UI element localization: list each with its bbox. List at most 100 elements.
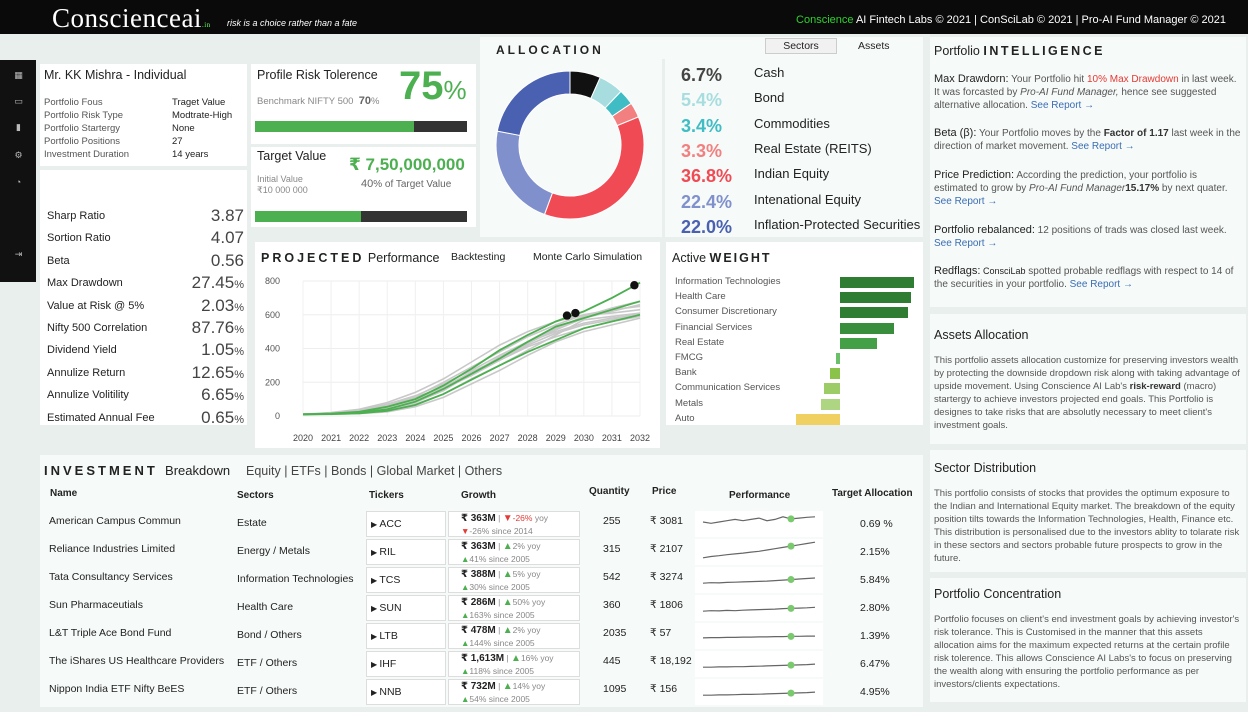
column-header-price[interactable]: Price [652,486,676,497]
assets-tab[interactable]: Assets [858,40,890,52]
allocation-label: Inflation-Protected Securities [754,216,921,232]
allocation-label: Commodities [754,115,830,131]
metric-value: 4.07 [210,228,244,248]
investment-filters[interactable]: Equity | ETFs | Bonds | Global Market | … [246,464,502,478]
x-tick-label: 2026 [461,433,481,443]
allocation-title: ALLOCATION [496,43,604,57]
sparkline-marker [787,542,795,550]
growth-cell: ₹ 1,613M | ▲16% yoy ▲118% since 2005 [448,651,580,677]
metric-label: Max Drawdown [47,277,123,290]
column-header-growth[interactable]: Growth [461,490,496,501]
allocation-pct: 22.0% [681,216,733,237]
client-name: Mr. KK Mishra - Individual [44,68,187,82]
sparkline-line [702,541,816,559]
arrow-up-icon: ▲ [502,541,513,552]
investment-sector: Energy / Metals [237,545,310,557]
weight-bar [840,307,909,319]
column-header-ticker[interactable]: Tickers [369,490,404,501]
metric-value: 3.87 [210,206,244,225]
active-weight-title: Active WEIGHT [672,251,772,265]
dashboard-icon[interactable]: ▦ [13,70,24,80]
assets-allocation-title: Assets Allocation [934,328,1029,342]
investment-ticker[interactable]: ▶ SUN [366,595,446,621]
investment-ticker[interactable]: ▶ RIL [366,539,446,565]
weight-label: Auto [675,412,695,424]
profile-field: Investment Duration 14 years [44,149,244,160]
weight-bar [840,292,911,304]
investment-name[interactable]: Tata Consultancy Services [49,571,173,583]
donut-slice[interactable] [496,70,571,137]
x-tick-label: 2021 [321,433,341,443]
allocation-label: Cash [754,65,785,80]
logout-icon[interactable]: ⇥ [13,249,24,259]
intel-item: Price Prediction: According the predicti… [934,169,1228,207]
column-header-target[interactable]: Target Allocation [832,488,913,499]
settings-icon[interactable]: ⚙ [13,150,24,160]
performance-sparkline [695,539,823,565]
bar-chart-icon[interactable]: ▮ [13,122,24,132]
metric-label: Value at Risk @ 5% [47,299,145,312]
monte-carlo-tab[interactable]: Monte Carlo Simulation [533,251,642,263]
growth-cell: ₹ 478M | ▲2% yoy ▲144% since 2005 [448,623,580,649]
x-tick-label: 2022 [349,433,369,443]
see-report-link[interactable]: See Report → [934,196,997,207]
investment-name[interactable]: The iShares US Healthcare Providers [49,655,224,667]
see-report-link[interactable]: See Report → [1070,279,1133,290]
investment-name[interactable]: Reliance Industries Limited [49,543,175,555]
weight-bar [840,277,915,288]
profile-field: Portfolio Risk Type Modtrate-High [44,110,244,121]
sparkline-marker [787,515,795,523]
investment-name[interactable]: Sun Pharmaceutials [49,599,143,611]
investment-quantity: 1095 [603,683,627,695]
donut-slice[interactable] [543,116,645,220]
benchmark: Benchmark NIFTY 500 70% [257,95,380,107]
see-report-link[interactable]: See Report → [1031,100,1094,111]
see-report-link[interactable]: See Report → [1071,141,1134,152]
target-bar [255,211,467,222]
allocation-pct: 3.4% [681,115,723,136]
profile-field-value: 14 years [172,149,209,160]
column-header-sector[interactable]: Sectors [237,490,274,501]
arrow-up-icon: ▲ [502,597,513,608]
investment-target: 0.69 % [860,518,893,530]
app-logo[interactable]: Conscienceai.in [52,4,211,39]
column-header-name[interactable]: Name [50,488,77,499]
investment-ticker[interactable]: ▶ IHF [366,651,446,677]
metric-label: Dividend Yield [47,344,117,357]
intel-item: Redflags: ConsciLab spotted probable red… [934,265,1234,290]
column-header-qty[interactable]: Quantity [589,486,630,497]
investment-target: 6.47% [860,658,890,670]
investment-name[interactable]: L&T Triple Ace Bond Fund [49,627,171,639]
profile-field: Portfolio Startergy None [44,123,244,134]
x-tick-label: 2028 [518,433,538,443]
investment-ticker[interactable]: ▶ ACC [366,511,446,537]
sectors-tab[interactable]: Sectors [765,38,837,54]
y-tick-label: 800 [265,276,280,286]
investment-sector: Information Technologies [237,573,354,585]
target-pct: 40% of Target Value [361,178,452,190]
sidebar: ▦ ▭ ▮ ⚙ ◔ ⇥ [0,60,36,282]
column-header-perf[interactable]: Performance [729,490,790,501]
donut-slice[interactable] [495,130,554,216]
investment-name[interactable]: American Campus Commun [49,515,181,527]
investment-title: INVESTMENT Breakdown [44,463,231,478]
investment-ticker[interactable]: ▶ LTB [366,623,446,649]
top-bar: Conscienceai.in risk is a choice rather … [0,0,1248,34]
user-icon[interactable]: ◔ [13,177,24,187]
risk-value: 75% [399,64,467,108]
backtesting-tab[interactable]: Backtesting [451,251,505,263]
investment-quantity: 2035 [603,627,627,639]
metric-label: Annulize Volitility [47,389,129,402]
arrow-up-icon: ▲ [511,653,521,664]
see-report-link[interactable]: See Report → [934,238,997,249]
investment-name[interactable]: Nippon India ETF Nifty BeES [49,683,184,695]
metric-label: Beta [47,254,70,267]
weight-bar [840,337,878,349]
portfolio-concentration-text: Portfolio focuses on client's end invest… [934,614,1240,690]
risk-title: Profile Risk Tolerence [257,68,378,82]
portfolio-concentration-panel: Portfolio Concentration Portfolio focuse… [930,578,1246,702]
projected-chart: 0 200 400 600 800 2020 2021 2022 2023 2024 2025 202… [265,276,650,443]
investment-ticker[interactable]: ▶ TCS [366,567,446,593]
folder-icon[interactable]: ▭ [13,96,24,106]
investment-ticker[interactable]: ▶ NNB [366,679,446,705]
